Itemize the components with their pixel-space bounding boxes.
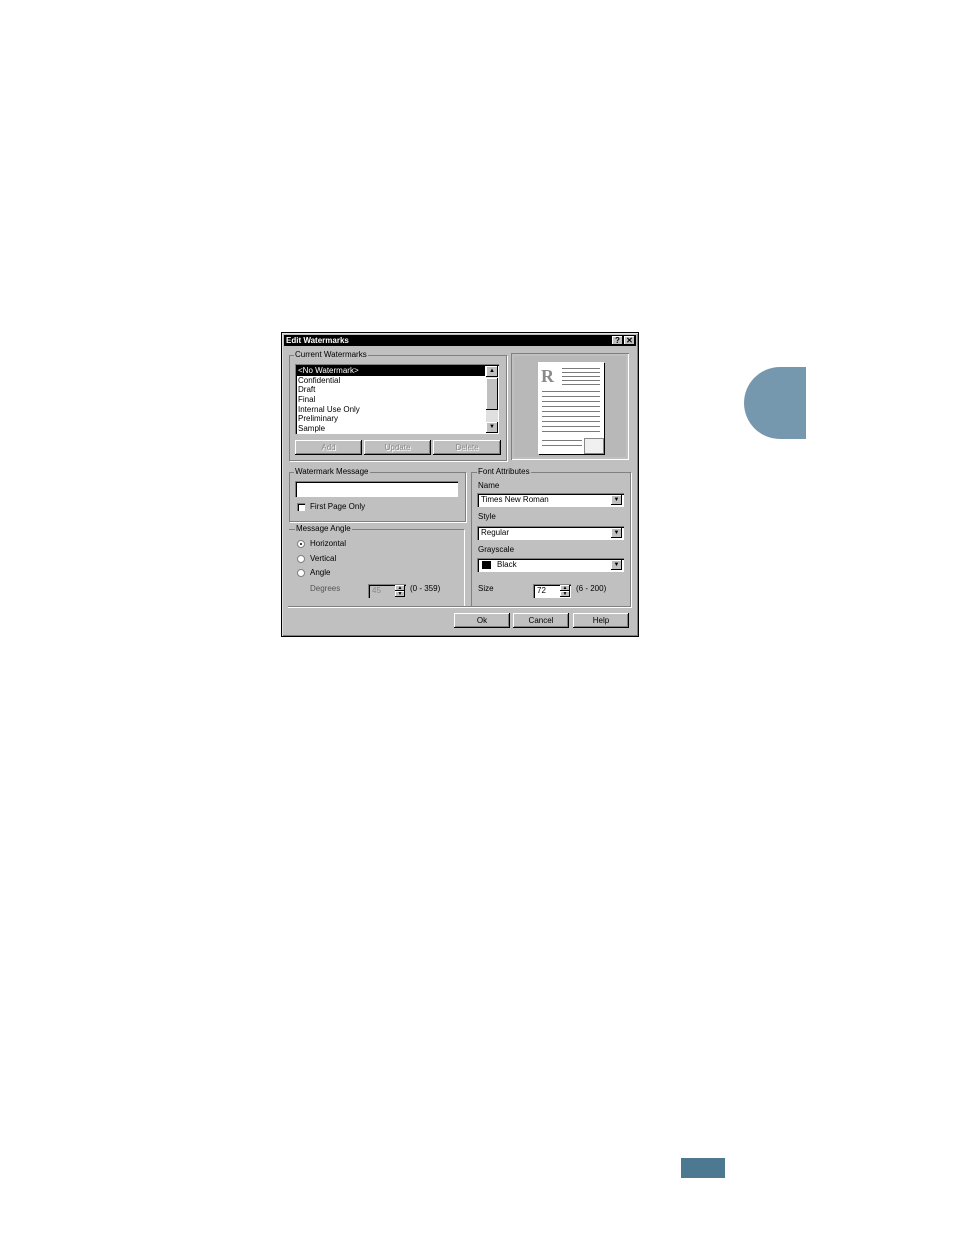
list-item[interactable]: Sample [295,424,499,434]
list-item[interactable]: Preliminary [295,414,499,424]
font-attributes-label: Font Attributes [477,467,531,477]
horizontal-radio[interactable] [297,540,305,548]
scroll-thumb[interactable] [486,378,498,410]
watermark-message-group: Watermark Message [289,467,466,522]
grayscale-select[interactable]: Black ▼ [477,558,624,572]
update-button[interactable]: Update [364,440,431,455]
chapter-tab-marker [744,367,806,439]
spin-down-icon[interactable]: ▼ [560,591,570,597]
chevron-down-icon[interactable]: ▼ [611,528,622,538]
vertical-radio[interactable] [297,555,305,563]
preview-chart-icon [584,438,604,454]
grayscale-label: Grayscale [478,545,515,554]
cancel-button[interactable]: Cancel [513,613,569,628]
font-name-select[interactable]: Times New Roman ▼ [477,493,624,507]
watermark-list[interactable]: <No Watermark> Confidential Draft Final … [295,364,499,434]
grayscale-value: Black [497,560,517,569]
list-item[interactable]: Draft [295,385,499,395]
footer-separator [288,606,631,608]
ok-button[interactable]: Ok [454,613,510,628]
scroll-up-icon[interactable]: ▲ [486,366,498,377]
font-style-select[interactable]: Regular ▼ [477,526,624,540]
dialog-title: Edit Watermarks [286,336,349,345]
edit-watermarks-dialog: Edit Watermarks ? ✕ Current Watermarks <… [281,332,639,637]
list-scrollbar[interactable]: ▲ ▼ [486,366,498,433]
font-style-label: Style [478,512,496,521]
preview-page: R [538,362,604,454]
angle-radio[interactable] [297,569,305,577]
size-range: (6 - 200) [576,584,607,593]
list-item[interactable]: Internal Use Only [295,405,499,415]
chevron-down-icon[interactable]: ▼ [611,495,622,505]
message-angle-label: Message Angle [295,524,352,534]
help-button[interactable]: Help [573,613,629,628]
list-item[interactable]: Final [295,395,499,405]
horizontal-label: Horizontal [310,539,347,548]
scroll-down-icon[interactable]: ▼ [486,422,498,433]
degrees-label: Degrees [310,584,341,593]
current-watermarks-label: Current Watermarks [294,350,368,360]
degrees-stepper[interactable]: 45 ▲ ▼ [368,584,406,598]
degrees-value: 45 [372,586,381,595]
watermark-message-input[interactable] [295,481,458,497]
size-value: 72 [537,586,546,595]
list-item[interactable]: <No Watermark> [297,366,485,376]
degrees-range: (0 - 359) [410,584,441,593]
font-name-value: Times New Roman [481,495,549,504]
watermark-message-label: Watermark Message [294,467,370,477]
first-page-only-label: First Page Only [310,502,366,511]
size-label: Size [478,584,494,593]
dialog-title-bar: Edit Watermarks ? ✕ [284,335,636,346]
grayscale-swatch [482,561,491,569]
list-item[interactable]: Confidential [295,376,499,386]
help-icon[interactable]: ? [612,336,623,345]
watermark-preview: R [511,353,629,460]
font-style-value: Regular [481,528,510,537]
chevron-down-icon[interactable]: ▼ [611,560,622,570]
size-stepper[interactable]: 72 ▲ ▼ [533,584,571,598]
add-button[interactable]: Add [295,440,362,455]
close-icon[interactable]: ✕ [624,336,635,345]
vertical-label: Vertical [310,554,337,563]
angle-label: Angle [310,568,331,577]
preview-letter: R [541,366,554,386]
delete-button[interactable]: Delete [433,440,501,455]
page-number-tab [681,1158,725,1178]
font-name-label: Name [478,481,500,490]
first-page-only-checkbox[interactable] [297,503,305,511]
spin-down-icon[interactable]: ▼ [395,591,405,597]
